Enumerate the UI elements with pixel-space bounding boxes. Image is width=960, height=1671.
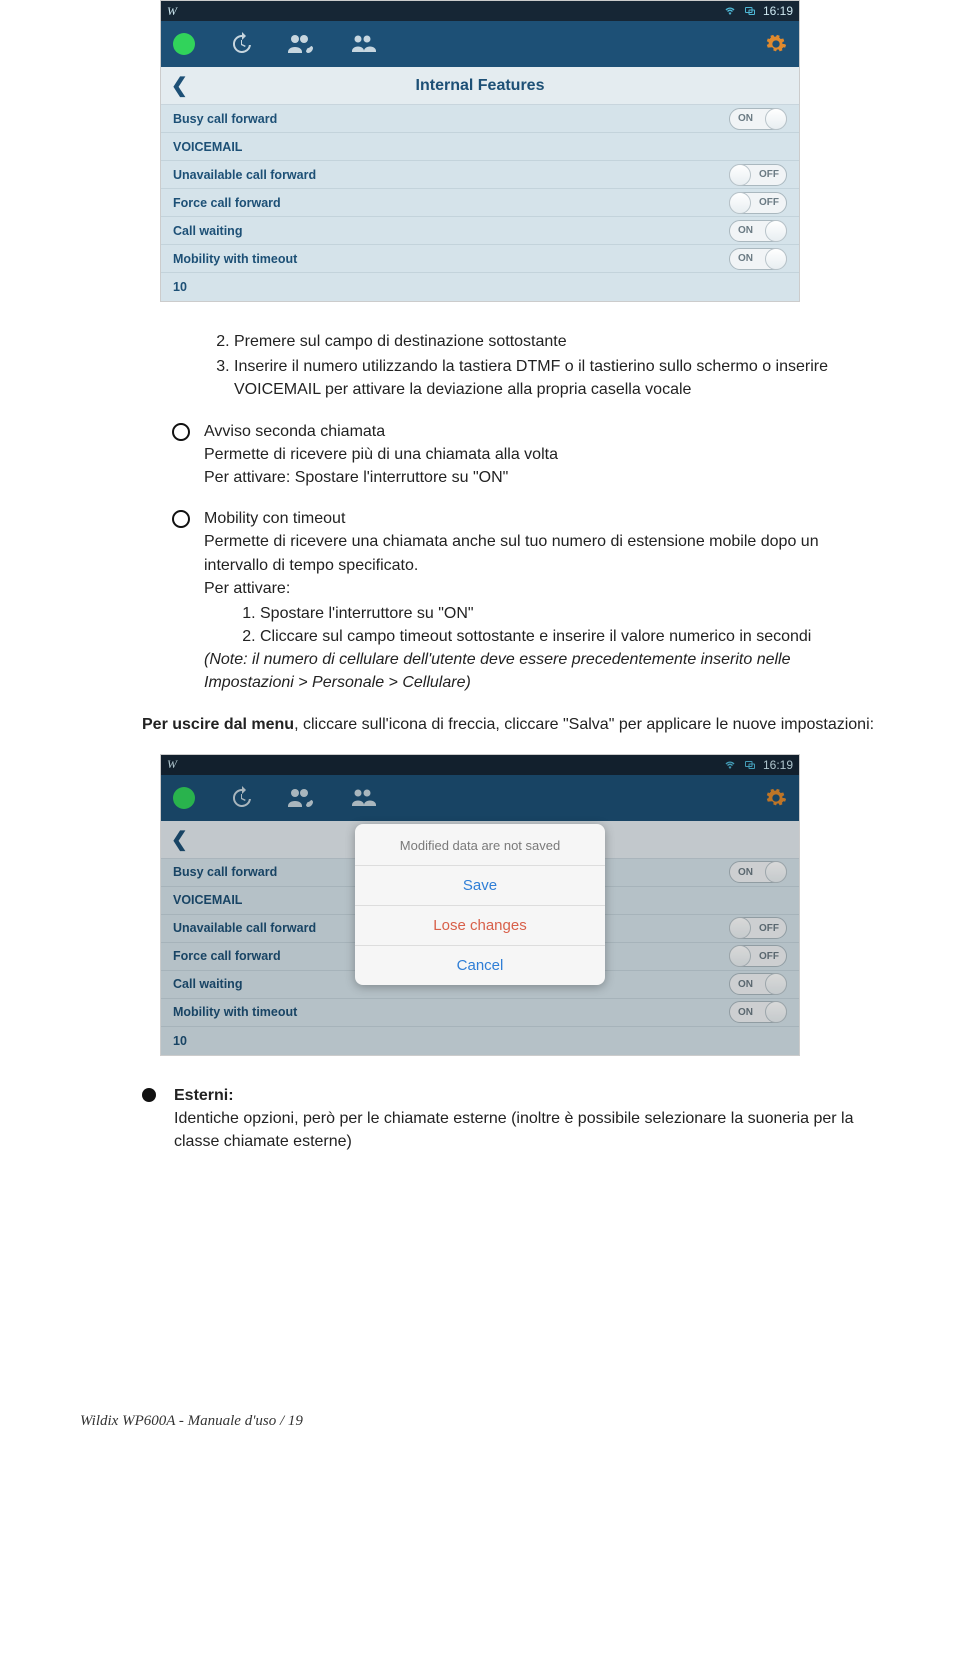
group-icon[interactable] bbox=[351, 32, 377, 56]
substep: Cliccare sul campo timeout sottostante e… bbox=[260, 625, 880, 648]
history-icon[interactable] bbox=[229, 786, 253, 810]
screen-title: Internal Features bbox=[161, 77, 799, 95]
toggle-off[interactable]: OFF bbox=[729, 192, 787, 214]
exit-rest: , cliccare sull'icona di freccia, clicca… bbox=[294, 716, 874, 733]
app-toolbar bbox=[161, 21, 799, 67]
page-footer: Wildix WP600A - Manuale d'uso / 19 bbox=[80, 1413, 880, 1430]
row-unavailable-forward[interactable]: Unavailable call forward OFF bbox=[161, 161, 799, 189]
substep: Spostare l'interruttore su "ON" bbox=[260, 602, 880, 625]
back-icon[interactable]: ❮ bbox=[171, 827, 188, 852]
screenshot-2: W 16:19 ❮ Internal Features Busy call fo… bbox=[160, 754, 800, 1056]
row-label: VOICEMAIL bbox=[173, 140, 787, 154]
screens-icon bbox=[743, 5, 757, 17]
bullet-esterni: Esterni: Identiche opzioni, però per le … bbox=[142, 1084, 880, 1154]
document-body: Premere sul campo di destinazione sottos… bbox=[80, 330, 880, 736]
row-call-waiting[interactable]: Call waiting ON bbox=[161, 971, 799, 999]
statusbar-logo: W bbox=[167, 757, 723, 772]
bullet-title: Esterni: bbox=[174, 1087, 234, 1104]
wifi-icon bbox=[723, 759, 737, 771]
exit-bold: Per uscire dal menu bbox=[142, 716, 294, 733]
screen-header: ❮ Internal Features bbox=[161, 67, 799, 105]
gear-icon[interactable] bbox=[765, 787, 787, 809]
row-mobility-timeout[interactable]: Mobility with timeout ON bbox=[161, 245, 799, 273]
step-item: Inserire il numero utilizzando la tastie… bbox=[234, 355, 880, 401]
step-item: Premere sul campo di destinazione sottos… bbox=[234, 330, 880, 353]
row-busy-forward[interactable]: Busy call forward ON bbox=[161, 859, 799, 887]
toggle-on[interactable]: ON bbox=[729, 220, 787, 242]
feature-title: Avviso seconda chiamata bbox=[204, 423, 385, 440]
feature-item-avviso: Avviso seconda chiamata Permette di rice… bbox=[172, 420, 880, 490]
back-icon[interactable]: ❮ bbox=[171, 73, 188, 98]
feature-line: Per attivare: bbox=[204, 580, 290, 597]
document-body-2: Esterni: Identiche opzioni, però per le … bbox=[80, 1084, 880, 1154]
row-label: Call waiting bbox=[173, 224, 729, 238]
row-busy-forward[interactable]: Busy call forward ON bbox=[161, 105, 799, 133]
screen-header: ❮ Internal Features bbox=[161, 821, 799, 859]
row-voicemail[interactable]: VOICEMAIL bbox=[161, 887, 799, 915]
screen-title: Internal Features bbox=[161, 830, 799, 848]
group-icon[interactable] bbox=[351, 786, 377, 810]
toggle-on[interactable]: ON bbox=[729, 861, 787, 883]
row-label: Unavailable call forward bbox=[173, 168, 729, 182]
row-label: Mobility with timeout bbox=[173, 252, 729, 266]
app-toolbar bbox=[161, 775, 799, 821]
row-mobility-timeout[interactable]: Mobility with timeout ON bbox=[161, 999, 799, 1027]
toggle-on[interactable]: ON bbox=[729, 1001, 787, 1023]
row-timeout-value[interactable]: 10 bbox=[161, 1027, 799, 1055]
statusbar-time: 16:19 bbox=[763, 758, 793, 772]
contacts-call-icon[interactable] bbox=[287, 32, 317, 56]
row-voicemail[interactable]: VOICEMAIL bbox=[161, 133, 799, 161]
contacts-call-icon[interactable] bbox=[287, 786, 317, 810]
toggle-off[interactable]: OFF bbox=[729, 917, 787, 939]
feature-line: Per attivare: Spostare l'interruttore su… bbox=[204, 469, 508, 486]
presence-dot-icon[interactable] bbox=[173, 33, 195, 55]
statusbar-time: 16:19 bbox=[763, 4, 793, 18]
feature-line: Permette di ricevere una chiamata anche … bbox=[204, 533, 819, 573]
feature-title: Mobility con timeout bbox=[204, 510, 345, 527]
feature-line: Permette di ricevere più di una chiamata… bbox=[204, 446, 558, 463]
toggle-off[interactable]: OFF bbox=[729, 164, 787, 186]
wifi-icon bbox=[723, 5, 737, 17]
feature-note: (Note: il numero di cellulare dell'utent… bbox=[204, 651, 791, 691]
bullet-body: Identiche opzioni, però per le chiamate … bbox=[174, 1110, 854, 1150]
row-label: Busy call forward bbox=[173, 112, 729, 126]
gear-icon[interactable] bbox=[765, 33, 787, 55]
android-statusbar: W 16:19 bbox=[161, 1, 799, 21]
statusbar-logo: W bbox=[167, 4, 723, 19]
screenshot-1: W 16:19 ❮ Internal Features Busy call fo… bbox=[160, 0, 800, 302]
android-statusbar: W 16:19 bbox=[161, 755, 799, 775]
presence-dot-icon[interactable] bbox=[173, 787, 195, 809]
row-label: 10 bbox=[173, 280, 787, 294]
row-force-forward[interactable]: Force call forward OFF bbox=[161, 943, 799, 971]
toggle-on[interactable]: ON bbox=[729, 973, 787, 995]
toggle-on[interactable]: ON bbox=[729, 108, 787, 130]
row-force-forward[interactable]: Force call forward OFF bbox=[161, 189, 799, 217]
toggle-on[interactable]: ON bbox=[729, 248, 787, 270]
row-call-waiting[interactable]: Call waiting ON bbox=[161, 217, 799, 245]
history-icon[interactable] bbox=[229, 32, 253, 56]
screens-icon bbox=[743, 759, 757, 771]
feature-item-mobility: Mobility con timeout Permette di ricever… bbox=[172, 507, 880, 695]
row-label: Force call forward bbox=[173, 196, 729, 210]
exit-paragraph: Per uscire dal menu, cliccare sull'icona… bbox=[142, 713, 880, 736]
row-timeout-value[interactable]: 10 bbox=[161, 273, 799, 301]
toggle-off[interactable]: OFF bbox=[729, 945, 787, 967]
row-unavailable-forward[interactable]: Unavailable call forward OFF bbox=[161, 915, 799, 943]
